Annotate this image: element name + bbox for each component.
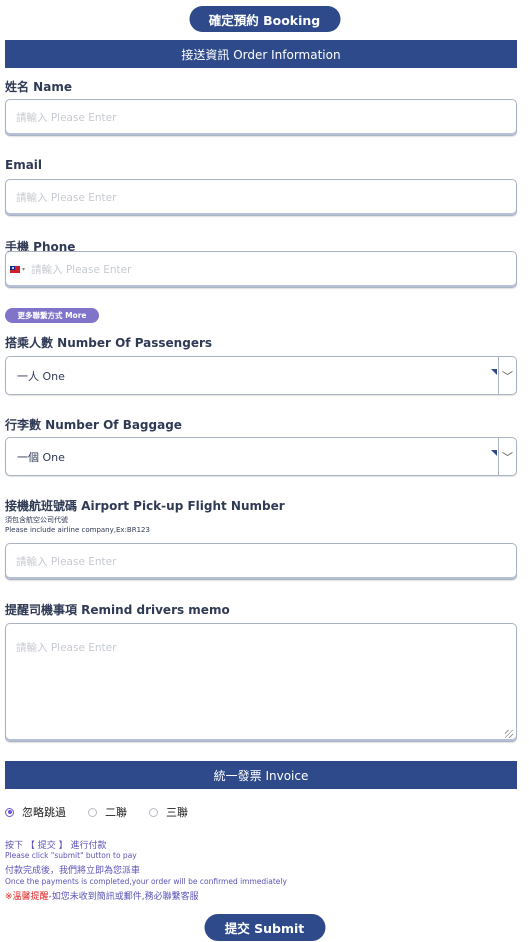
radio-checked-icon[interactable] (5, 807, 14, 817)
note-submit-zh: 按下 【 提交 】 進行付款 (5, 841, 107, 851)
name-input[interactable]: 請輸入 Please Enter (5, 99, 517, 136)
select-corner-marker (491, 450, 497, 456)
note-submit-en: Please click "submit" button to pay (5, 851, 137, 860)
passengers-value: 一人 One (17, 369, 65, 383)
invoice-radio-group: 忽略跳過 二聯 三聯 (5, 804, 204, 820)
note-dispatch-zh: 付款完成後，我們將立即為您派車 (5, 866, 141, 876)
memo-textarea[interactable]: 請輸入 Please Enter (5, 623, 517, 742)
memo-placeholder: 請輸入 Please Enter (16, 642, 117, 654)
email-input[interactable]: 請輸入 Please Enter (5, 179, 517, 216)
phone-placeholder: 請輸入 Please Enter (31, 264, 132, 276)
baggage-label: 行李數 Number Of Baggage (5, 418, 182, 432)
name-placeholder: 請輸入 Please Enter (16, 112, 117, 124)
chevron-down-icon[interactable]: ﹀ (498, 438, 516, 475)
invoice-option-label: 二聯 (105, 806, 127, 819)
invoice-option-label: 三聯 (166, 806, 188, 819)
memo-label: 提醒司機事項 Remind drivers memo (5, 603, 230, 617)
order-information-header: 接送資訊 Order Information (5, 40, 517, 68)
resize-grip-icon[interactable] (505, 730, 513, 738)
flight-number-input[interactable]: 請輸入 Please Enter (5, 543, 517, 580)
note-dispatch-en: Once the payments is completed,your orde… (5, 877, 287, 886)
warning-note: ※溫馨提醒-如您未收到簡訊或郵件,務必聯繫客服 (5, 889, 199, 902)
country-dropdown-caret-icon[interactable]: ▾ (22, 266, 25, 273)
more-contact-button[interactable]: 更多聯繫方式 More (5, 308, 99, 323)
email-label: Email (5, 158, 43, 172)
email-placeholder: 請輸入 Please Enter (16, 192, 117, 204)
baggage-value: 一個 One (17, 450, 65, 464)
flight-hint-zh: 須包含航空公司代號 (5, 516, 68, 524)
baggage-select[interactable]: 一個 One ﹀ (5, 437, 517, 476)
invoice-option-triplicate[interactable]: 三聯 (143, 804, 188, 820)
phone-input[interactable]: ▾ 請輸入 Please Enter (5, 251, 517, 288)
booking-confirm-button[interactable]: 確定預約 Booking (189, 6, 340, 32)
tw-flag-icon[interactable] (10, 266, 20, 273)
select-corner-marker (491, 369, 497, 375)
flight-label: 接機航班號碼 Airport Pick-up Flight Number (5, 499, 285, 513)
radio-icon[interactable] (88, 807, 97, 817)
invoice-option-skip[interactable]: 忽略跳過 (5, 804, 66, 820)
invoice-option-label: 忽略跳過 (22, 806, 66, 819)
flight-placeholder: 請輸入 Please Enter (16, 556, 117, 568)
invoice-option-duplicate[interactable]: 二聯 (82, 804, 127, 820)
invoice-header: 統一發票 Invoice (5, 761, 517, 789)
chevron-down-icon[interactable]: ﹀ (498, 357, 516, 394)
radio-icon[interactable] (149, 807, 158, 817)
flight-hint-en: Please include airline company,Ex:BR123 (5, 526, 150, 534)
passengers-select[interactable]: 一人 One ﹀ (5, 356, 517, 395)
warning-prefix: ※溫馨提醒 (5, 892, 49, 902)
passengers-label: 搭乘人數 Number Of Passengers (5, 336, 213, 350)
submit-button[interactable]: 提交 Submit (204, 914, 325, 941)
name-label: 姓名 Name (5, 80, 72, 94)
warning-text: -如您未收到簡訊或郵件,務必聯繫客服 (48, 892, 199, 902)
